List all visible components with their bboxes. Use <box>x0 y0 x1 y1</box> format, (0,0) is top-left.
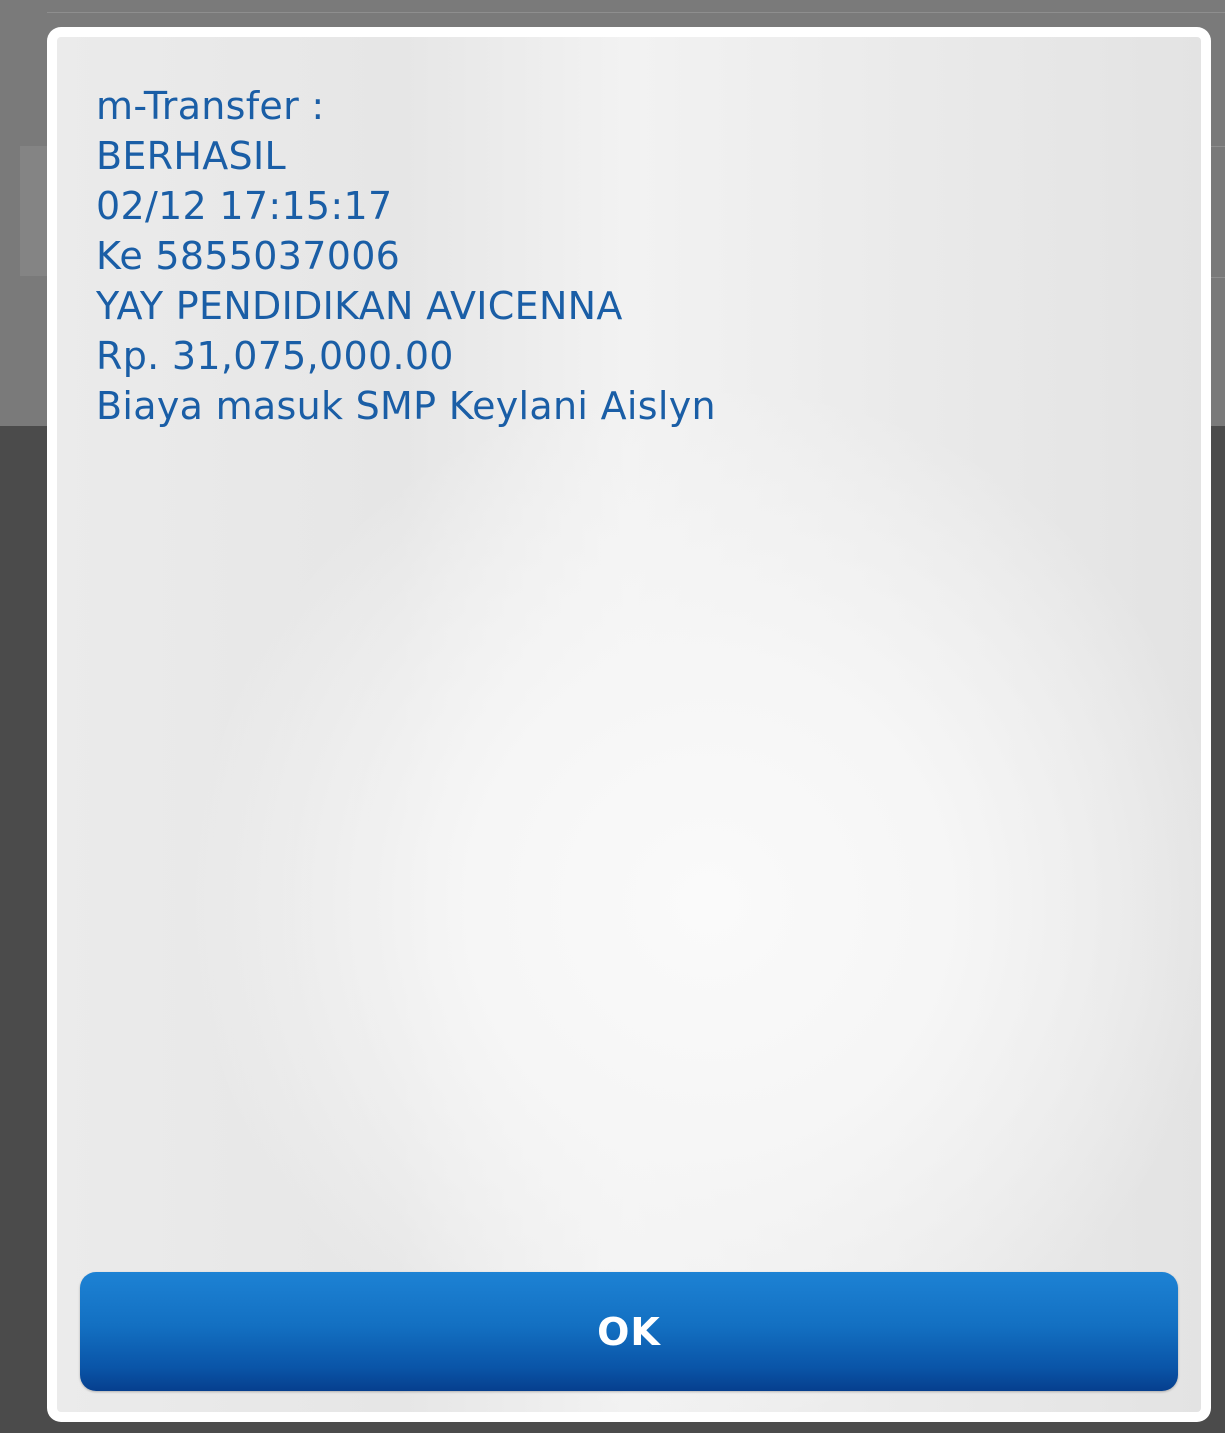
message-datetime: 02/12 17:15:17 <box>96 184 393 228</box>
ok-button[interactable]: OK <box>80 1272 1178 1391</box>
divider <box>47 12 1225 13</box>
transfer-result-dialog: m-Transfer : BERHASIL 02/12 17:15:17 Ke … <box>47 27 1211 1422</box>
message-title: m-Transfer : <box>96 84 325 128</box>
message-status: BERHASIL <box>96 134 286 178</box>
message-amount: Rp. 31,075,000.00 <box>96 334 454 378</box>
message-recipient-name: YAY PENDIDIKAN AVICENNA <box>96 284 623 328</box>
message-destination-account: Ke 5855037006 <box>96 234 401 278</box>
transfer-message: m-Transfer : BERHASIL 02/12 17:15:17 Ke … <box>96 81 716 431</box>
message-description: Biaya masuk SMP Keylani Aislyn <box>96 384 716 428</box>
dialog-body: m-Transfer : BERHASIL 02/12 17:15:17 Ke … <box>57 37 1201 1412</box>
